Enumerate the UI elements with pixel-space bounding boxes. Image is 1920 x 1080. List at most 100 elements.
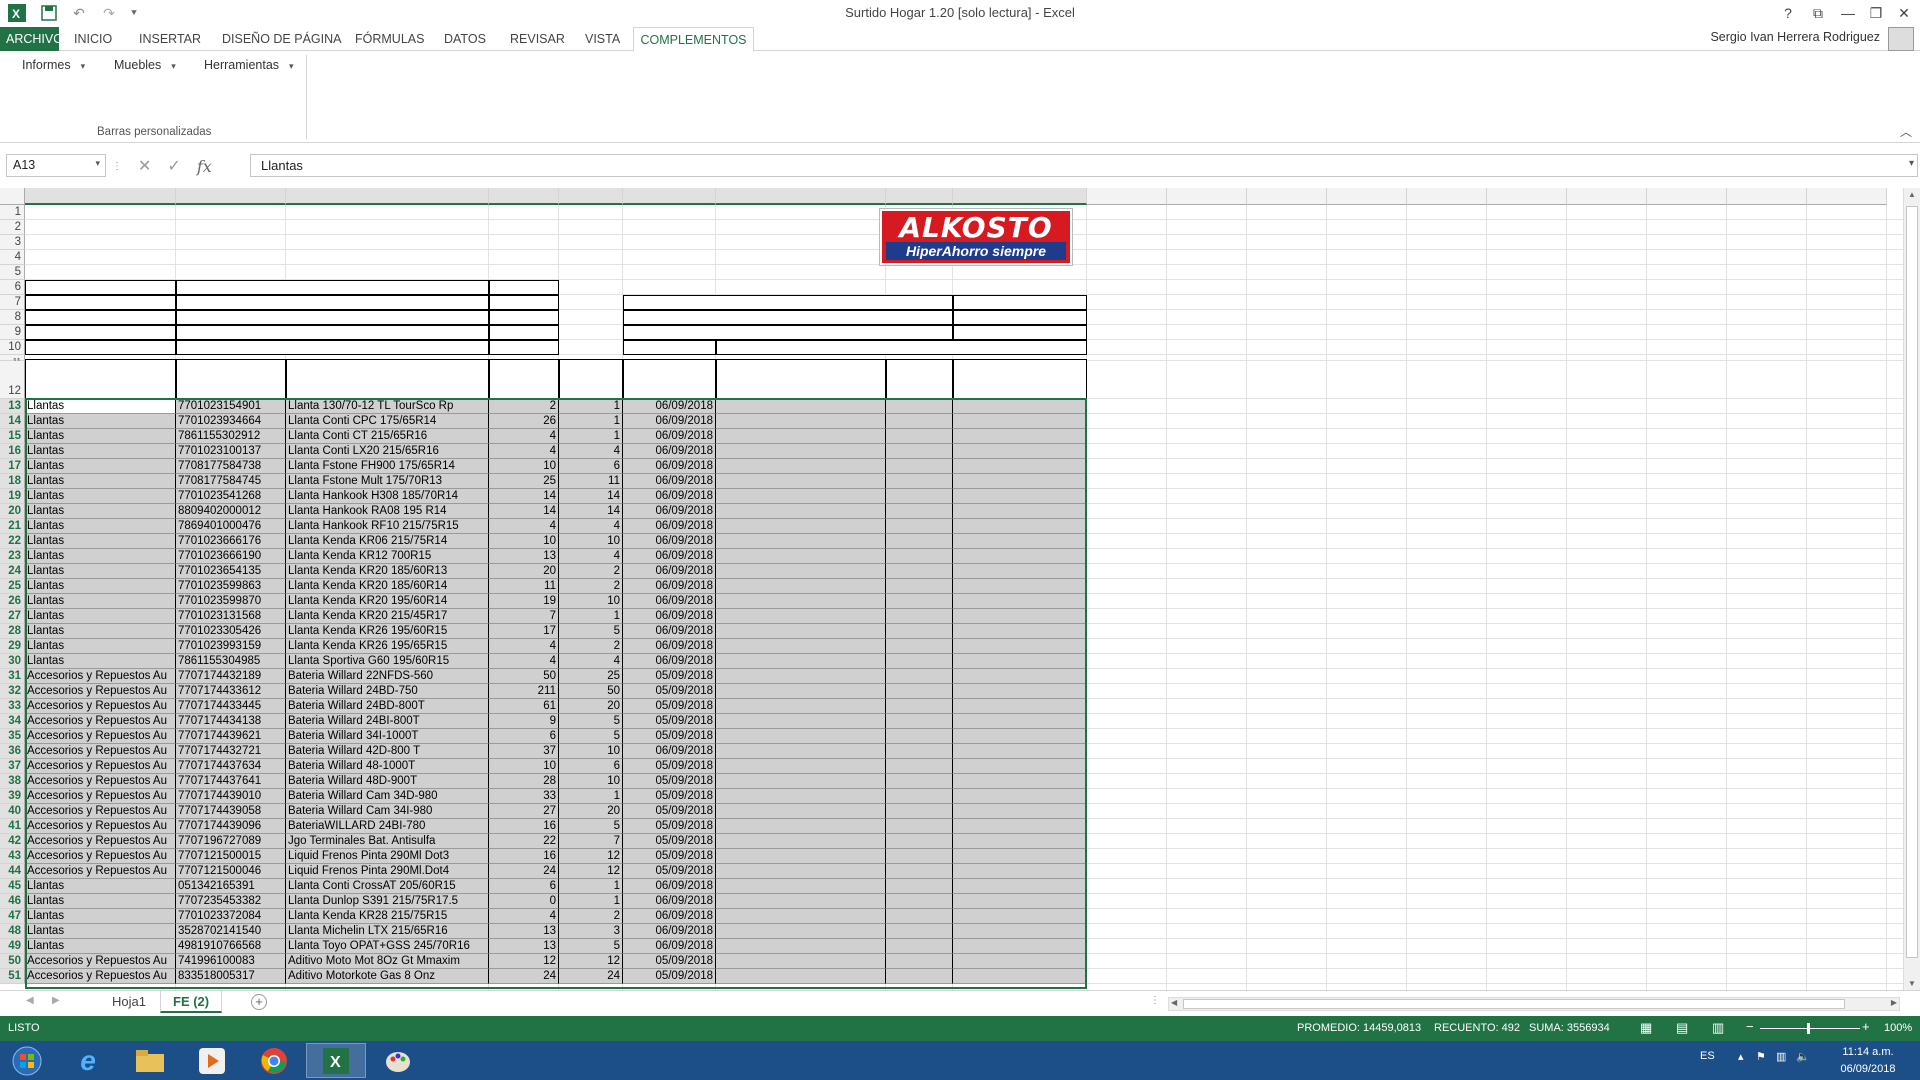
cell-nombre-pasillo[interactable]: Llantas [25, 444, 176, 459]
tab-archivo[interactable]: ARCHIVO [0, 27, 63, 51]
cell-ubicaciones[interactable] [716, 414, 886, 429]
column-header-c[interactable] [286, 188, 489, 205]
cell-nombre-pasillo[interactable]: Llantas [25, 594, 176, 609]
cell-observaciones[interactable] [953, 864, 1087, 879]
cell-ubicaciones[interactable] [716, 759, 886, 774]
table-row[interactable]: Llantas 051342165391 Llanta Conti CrossAT … [25, 879, 1087, 894]
cell-cant-recibida[interactable]: 12 [559, 954, 623, 969]
row-header[interactable]: 33 [0, 699, 25, 714]
cell-surtido[interactable] [886, 849, 953, 864]
cell-nombre-pasillo[interactable]: Llantas [25, 429, 176, 444]
cell-cant-recibida[interactable]: 4 [559, 549, 623, 564]
cell-ultimo-movimiento[interactable]: 05/09/2018 [623, 804, 716, 819]
cell-descripcion[interactable]: Aditivo Moto Mot 8Oz Gt Mmaxim [286, 954, 489, 969]
add-sheet-icon[interactable]: + [251, 994, 267, 1010]
tab-vista[interactable]: VISTA [579, 27, 626, 51]
cell-cant-recibida[interactable]: 2 [559, 909, 623, 924]
cell-nombre-pasillo[interactable]: Accesorios y Repuestos Au [25, 804, 176, 819]
enter-icon[interactable]: ✓ [167, 156, 180, 176]
cell-ubicaciones[interactable] [716, 489, 886, 504]
cell-cant-recibida[interactable]: 4 [559, 654, 623, 669]
cell-inventario[interactable]: 14 [489, 489, 559, 504]
cell-surtido[interactable] [886, 579, 953, 594]
cell-descripcion[interactable]: Llanta Conti CPC 175/65R14 [286, 414, 489, 429]
cell-surtido[interactable] [886, 399, 953, 414]
cell-ultimo-movimiento[interactable]: 05/09/2018 [623, 789, 716, 804]
language-indicator[interactable]: ES [1700, 1050, 1715, 1062]
cell-observaciones[interactable] [953, 909, 1087, 924]
table-row[interactable]: Llantas 7701023666176 Llanta Kenda KR06 21… [25, 534, 1087, 549]
cell-nombre-pasillo[interactable]: Accesorios y Repuestos Au [25, 669, 176, 684]
cell-ultimo-movimiento[interactable]: 06/09/2018 [623, 909, 716, 924]
cell-ultimo-movimiento[interactable]: 06/09/2018 [623, 939, 716, 954]
cell-observaciones[interactable] [953, 534, 1087, 549]
cell-inventario[interactable]: 26 [489, 414, 559, 429]
table-row[interactable]: Accesorios y Repuestos Au 7707174433445 Ba… [25, 699, 1087, 714]
cell-descripcion[interactable]: Llanta Conti CrossAT 205/60R15 [286, 879, 489, 894]
hscroll-right-icon[interactable]: ▶ [1891, 998, 1897, 1007]
cell-ultimo-movimiento[interactable]: 05/09/2018 [623, 669, 716, 684]
row-header[interactable]: 43 [0, 849, 25, 864]
zoom-slider[interactable] [1760, 1028, 1860, 1029]
row-header[interactable]: 10 [0, 340, 25, 355]
cell-nombre-pasillo[interactable]: Accesorios y Repuestos Au [25, 684, 176, 699]
table-row[interactable]: Llantas 7701023934664 Llanta Conti CPC 175… [25, 414, 1087, 429]
row-header[interactable]: 3 [0, 235, 25, 250]
row-header[interactable]: 49 [0, 939, 25, 954]
table-row[interactable]: Llantas 7861155302912 Llanta Conti CT 215/… [25, 429, 1087, 444]
row-header[interactable]: 47 [0, 909, 25, 924]
cell-descripcion[interactable]: Llanta Hankook RF10 215/75R15 [286, 519, 489, 534]
cell-cant-recibida[interactable]: 5 [559, 939, 623, 954]
cell-descripcion[interactable]: Llanta Michelin LTX 215/65R16 [286, 924, 489, 939]
row-header[interactable]: 44 [0, 864, 25, 879]
cell-inventario[interactable]: 37 [489, 744, 559, 759]
cell-cant-recibida[interactable]: 25 [559, 669, 623, 684]
cell-descripcion[interactable]: Llanta Sportiva G60 195/60R15 [286, 654, 489, 669]
cell-surtido[interactable] [886, 774, 953, 789]
cell-observaciones[interactable] [953, 564, 1087, 579]
table-row[interactable]: Llantas 7701023599870 Llanta Kenda KR20 19… [25, 594, 1087, 609]
cell-cant-recibida[interactable]: 14 [559, 504, 623, 519]
row-header[interactable]: 39 [0, 789, 25, 804]
cell-inventario[interactable]: 6 [489, 879, 559, 894]
cell-ubicaciones[interactable] [716, 459, 886, 474]
scroll-right-icon[interactable]: ▶ [52, 995, 60, 1006]
cell-ubicaciones[interactable] [716, 474, 886, 489]
cell-articulo[interactable]: 7707235453382 [176, 894, 286, 909]
cell-surtido[interactable] [886, 504, 953, 519]
cell-observaciones[interactable] [953, 444, 1087, 459]
cell-ultimo-movimiento[interactable]: 06/09/2018 [623, 654, 716, 669]
cell-ubicaciones[interactable] [716, 399, 886, 414]
cell-cant-recibida[interactable]: 3 [559, 924, 623, 939]
tab-inicio[interactable]: INICIO [68, 27, 118, 51]
row-header[interactable]: 14 [0, 414, 25, 429]
cell-nombre-pasillo[interactable]: Llantas [25, 894, 176, 909]
tab-revisar[interactable]: REVISAR [504, 27, 571, 51]
table-row[interactable]: Llantas 7701023131568 Llanta Kenda KR20 21… [25, 609, 1087, 624]
cell-surtido[interactable] [886, 909, 953, 924]
column-header-l[interactable] [1247, 188, 1327, 205]
cell-ultimo-movimiento[interactable]: 06/09/2018 [623, 924, 716, 939]
cell-nombre-pasillo[interactable]: Llantas [25, 879, 176, 894]
cell-articulo[interactable]: 7708177584738 [176, 459, 286, 474]
cell-articulo[interactable]: 7701023305426 [176, 624, 286, 639]
formula-input[interactable]: Llantas [250, 154, 1918, 177]
clock-date[interactable]: 06/09/2018 [1838, 1063, 1898, 1075]
row-header[interactable]: 35 [0, 729, 25, 744]
vertical-scrollbar[interactable]: ▲ ▼ [1903, 188, 1920, 990]
cell-ubicaciones[interactable] [716, 924, 886, 939]
cell-surtido[interactable] [886, 624, 953, 639]
tab-datos[interactable]: DATOS [438, 27, 492, 51]
page-break-icon[interactable]: ▥ [1712, 1020, 1724, 1036]
table-row[interactable]: Accesorios y Repuestos Au 7707174439096 Ba… [25, 819, 1087, 834]
help-icon[interactable]: ? [1778, 3, 1798, 23]
cell-nombre-pasillo[interactable]: Accesorios y Repuestos Au [25, 954, 176, 969]
cell-cant-recibida[interactable]: 1 [559, 429, 623, 444]
cell-surtido[interactable] [886, 459, 953, 474]
cell-ubicaciones[interactable] [716, 654, 886, 669]
cell-ubicaciones[interactable] [716, 969, 886, 984]
cell-surtido[interactable] [886, 864, 953, 879]
zoom-level[interactable]: 100% [1884, 1022, 1912, 1034]
cell-ubicaciones[interactable] [716, 789, 886, 804]
cell-nombre-pasillo[interactable]: Llantas [25, 939, 176, 954]
